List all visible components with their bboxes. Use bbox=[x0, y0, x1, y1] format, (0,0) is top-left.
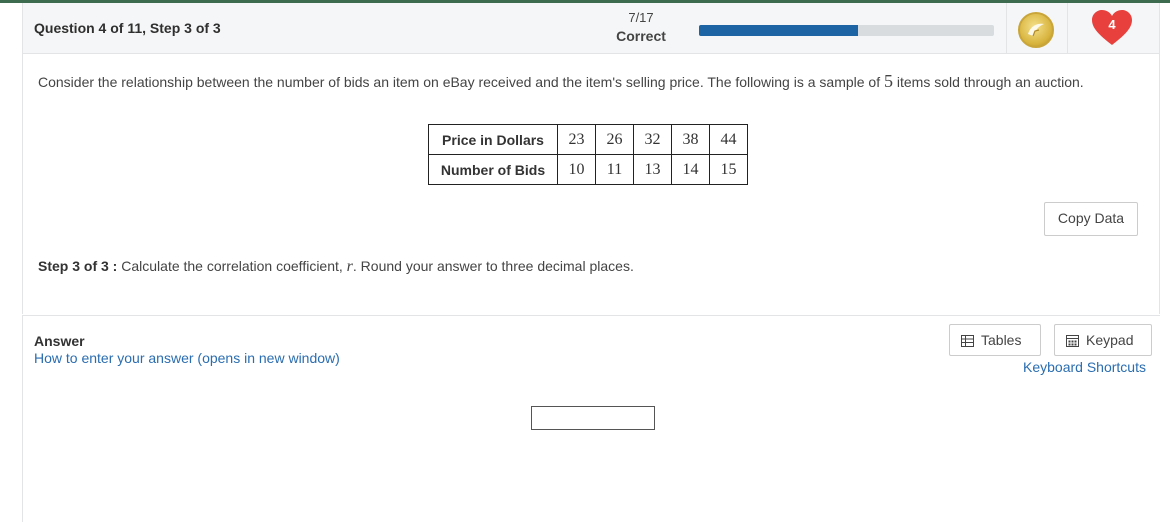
keypad-button[interactable]: Keypad bbox=[1054, 324, 1152, 356]
table-cell: 32 bbox=[633, 124, 672, 155]
row-header-bids: Number of Bids bbox=[428, 154, 558, 185]
lives-area: 4 bbox=[1067, 3, 1157, 53]
table-cell: 26 bbox=[595, 124, 634, 155]
progress-fill bbox=[699, 25, 859, 36]
progress-bar bbox=[699, 25, 994, 36]
keypad-icon bbox=[1066, 335, 1079, 348]
table-cell: 10 bbox=[557, 154, 596, 185]
intro-text-start: Consider the relationship between the nu… bbox=[38, 74, 884, 90]
problem-intro: Consider the relationship between the nu… bbox=[38, 71, 1084, 92]
score-fraction: 7/17 bbox=[628, 10, 654, 25]
answer-input[interactable] bbox=[531, 406, 655, 430]
score-status: Correct bbox=[616, 28, 666, 44]
question-panel: Consider the relationship between the nu… bbox=[22, 54, 1160, 314]
keyboard-shortcuts-link[interactable]: Keyboard Shortcuts bbox=[1023, 359, 1146, 375]
intro-sample-size: 5 bbox=[884, 71, 893, 91]
step-text-start: Calculate the correlation coefficient, bbox=[117, 258, 347, 274]
step-instruction: Step 3 of 3 : Calculate the correlation … bbox=[38, 258, 634, 276]
table-cell: 15 bbox=[709, 154, 748, 185]
table-row: Number of Bids 10 11 13 14 15 bbox=[428, 154, 748, 185]
answer-label: Answer bbox=[34, 333, 85, 349]
tables-button-label: Tables bbox=[981, 332, 1022, 348]
coin-area[interactable] bbox=[1006, 3, 1068, 53]
lives-count: 4 bbox=[1108, 17, 1116, 32]
table-cell: 38 bbox=[671, 124, 710, 155]
coin-icon[interactable] bbox=[1018, 12, 1054, 48]
table-cell: 11 bbox=[595, 154, 634, 185]
table-icon bbox=[961, 335, 974, 348]
intro-text-end: items sold through an auction. bbox=[893, 74, 1084, 90]
question-step-label: Question 4 of 11, Step 3 of 3 bbox=[34, 20, 221, 36]
table-cell: 14 bbox=[671, 154, 710, 185]
data-table: Price in Dollars 23 26 32 38 44 Number o… bbox=[428, 124, 748, 185]
row-header-price: Price in Dollars bbox=[428, 124, 558, 155]
answer-help-link[interactable]: How to enter your answer (opens in new w… bbox=[34, 350, 340, 366]
question-header: Question 4 of 11, Step 3 of 3 7/17 Corre… bbox=[22, 3, 1160, 54]
copy-data-button[interactable]: Copy Data bbox=[1044, 202, 1138, 236]
step-label: Step 3 of 3 : bbox=[38, 258, 118, 274]
table-cell: 23 bbox=[557, 124, 596, 155]
table-row: Price in Dollars 23 26 32 38 44 bbox=[428, 124, 748, 155]
keypad-button-label: Keypad bbox=[1086, 332, 1134, 348]
score-display: 7/17 Correct bbox=[609, 9, 673, 46]
step-text-end: . Round your answer to three decimal pla… bbox=[352, 258, 634, 274]
tables-button[interactable]: Tables bbox=[949, 324, 1041, 356]
answer-panel: Answer How to enter your answer (opens i… bbox=[22, 316, 1160, 522]
table-cell: 44 bbox=[709, 124, 748, 155]
table-cell: 13 bbox=[633, 154, 672, 185]
